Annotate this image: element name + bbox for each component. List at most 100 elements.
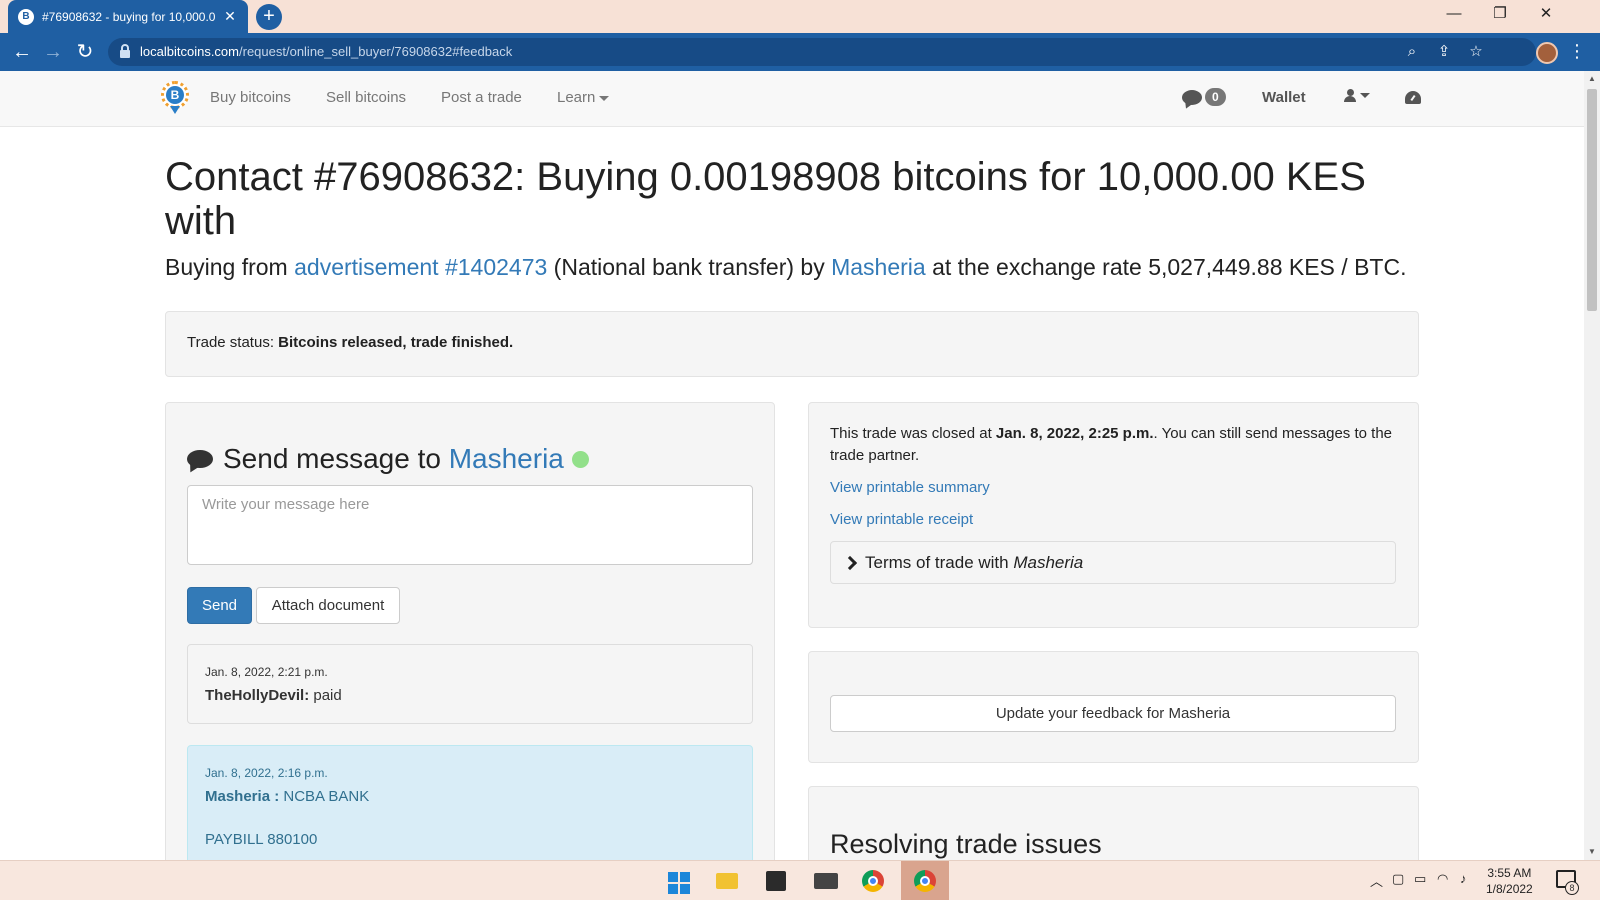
terms-prefix: Terms of trade with (865, 552, 1009, 572)
windows-start-icon[interactable] (668, 872, 690, 894)
message-author: TheHollyDevil: (205, 687, 310, 704)
chat-panel: Send message to Masheria Send Attach doc… (165, 402, 775, 860)
messages-button[interactable]: 0 (1182, 88, 1226, 106)
trade-status-label: Trade status: (187, 334, 279, 351)
terms-of-trade-toggle[interactable]: Terms of trade with Masheria (830, 541, 1396, 584)
nav-sell-bitcoins[interactable]: Sell bitcoins (326, 89, 406, 106)
chevron-right-icon (842, 555, 858, 570)
browser-tabstrip: B #76908632 - buying for 10,000.0 ✕ + — … (0, 0, 1600, 33)
resolving-issues-panel: Resolving trade issues (808, 786, 1419, 860)
page-scrollbar[interactable]: ▲ ▼ (1584, 71, 1600, 860)
trade-status-value: Bitcoins released, trade finished. (278, 334, 514, 351)
subtitle-method: (National bank transfer) by (547, 254, 832, 280)
nav-learn-dropdown[interactable]: Learn (557, 89, 610, 106)
tab-close-icon[interactable]: ✕ (222, 8, 238, 25)
battery-icon[interactable]: ▭ (1414, 871, 1426, 887)
file-explorer-icon[interactable] (716, 873, 738, 889)
trade-closed-panel: This trade was closed at Jan. 8, 2022, 2… (808, 402, 1419, 628)
caret-down-icon (599, 95, 610, 101)
profile-avatar[interactable] (1536, 42, 1558, 64)
page-viewport: B Buy bitcoins Sell bitcoins Post a trad… (0, 71, 1584, 860)
nav-learn-label: Learn (557, 89, 596, 106)
subtitle-rate: at the exchange rate 5,027,449.88 KES / … (925, 254, 1407, 280)
trade-subtitle: Buying from advertisement #1402473 (Nati… (165, 254, 1406, 281)
message-text: paid (309, 687, 342, 704)
chat-message-partner: Jan. 8, 2022, 2:16 p.m. Masheria : NCBA … (187, 745, 753, 860)
volume-icon[interactable]: ♪ (1460, 871, 1467, 886)
browser-tab-active[interactable]: B #76908632 - buying for 10,000.0 ✕ (8, 0, 248, 33)
messages-count-badge: 0 (1205, 88, 1226, 106)
maximize-button[interactable]: ❐ (1477, 0, 1523, 30)
message-time: Jan. 8, 2022, 2:21 p.m. (205, 665, 328, 679)
clock-time: 3:55 AM (1487, 866, 1532, 880)
chrome-profile-icon[interactable] (914, 870, 936, 892)
wifi-icon[interactable]: ◠ (1437, 871, 1448, 887)
back-arrow-icon[interactable]: ← (10, 40, 34, 64)
message-time: Jan. 8, 2022, 2:16 p.m. (205, 766, 328, 780)
tray-chevron-up-icon[interactable]: ︿ (1370, 871, 1383, 890)
localbitcoins-logo-icon[interactable]: B (161, 81, 189, 115)
localbitcoins-favicon-icon: B (18, 8, 34, 25)
online-status-dot (571, 450, 589, 468)
tray-meet-icon[interactable]: ▢ (1392, 871, 1404, 887)
tab-title: #76908632 - buying for 10,000.0 (42, 9, 216, 24)
zoom-icon[interactable]: ⌕ (1402, 42, 1422, 62)
lock-icon (120, 44, 130, 58)
caret-down-icon (1360, 93, 1370, 98)
nav-wallet[interactable]: Wallet (1262, 89, 1306, 106)
clock-date: 1/8/2022 (1486, 882, 1533, 896)
reload-icon[interactable]: ↻ (73, 40, 97, 64)
forward-arrow-icon[interactable]: → (41, 40, 65, 64)
taskbar-clock[interactable]: 3:55 AM 1/8/2022 (1486, 865, 1533, 897)
trader-link[interactable]: Masheria (831, 254, 926, 280)
message-text-extra: PAYBILL 880100 (205, 831, 318, 848)
store-icon[interactable] (766, 871, 786, 891)
message-text: NCBA BANK (279, 788, 370, 805)
advertisement-link[interactable]: advertisement #1402473 (294, 254, 547, 280)
printable-receipt-link[interactable]: View printable receipt (830, 509, 1397, 531)
chat-partner-link[interactable]: Masheria (449, 443, 564, 475)
resolving-issues-title: Resolving trade issues (830, 829, 1102, 859)
terms-partner: Masheria (1013, 552, 1084, 572)
scroll-down-icon[interactable]: ▼ (1584, 844, 1600, 860)
new-tab-button[interactable]: + (256, 4, 282, 30)
browser-menu-icon[interactable]: ⋮ (1568, 41, 1586, 62)
update-feedback-button[interactable]: Update your feedback for Masheria (830, 695, 1396, 732)
minimize-button[interactable]: — (1431, 0, 1477, 30)
attach-document-button[interactable]: Attach document (256, 587, 400, 624)
send-message-label: Send message to (223, 443, 441, 474)
trade-status-panel: Trade status: Bitcoins released, trade f… (165, 311, 1419, 377)
user-menu-dropdown[interactable] (1344, 89, 1370, 102)
feedback-panel: Update your feedback for Masheria (808, 651, 1419, 763)
trade-closed-text: This trade was closed at Jan. 8, 2022, 2… (830, 423, 1397, 467)
chat-message: Jan. 8, 2022, 2:21 p.m. TheHollyDevil: p… (187, 644, 753, 724)
mail-icon[interactable] (814, 873, 838, 889)
closed-time: Jan. 8, 2022, 2:25 p.m. (995, 425, 1154, 442)
message-input[interactable] (187, 485, 753, 565)
address-bar[interactable]: localbitcoins.com/request/online_sell_bu… (108, 38, 1536, 66)
nav-post-a-trade[interactable]: Post a trade (441, 89, 522, 106)
bookmark-star-icon[interactable]: ☆ (1466, 42, 1486, 62)
share-icon[interactable]: ⇪ (1434, 42, 1454, 62)
url-text: localbitcoins.com/request/online_sell_bu… (140, 44, 512, 59)
message-author: Masheria : (205, 788, 280, 805)
chat-bubble-icon (1182, 89, 1202, 105)
site-navbar: B Buy bitcoins Sell bitcoins Post a trad… (0, 71, 1584, 127)
scroll-up-icon[interactable]: ▲ (1584, 71, 1600, 87)
printable-summary-link[interactable]: View printable summary (830, 477, 1397, 499)
browser-toolbar: ← → ↻ localbitcoins.com/request/online_s… (0, 33, 1600, 71)
url-path: /request/online_sell_buyer/76908632#feed… (239, 44, 513, 59)
close-window-button[interactable]: ✕ (1523, 0, 1569, 30)
page-title: Contact #76908632: Buying 0.00198908 bit… (165, 155, 1366, 243)
subtitle-prefix: Buying from (165, 254, 295, 280)
url-host: localbitcoins.com (140, 44, 239, 59)
nav-buy-bitcoins[interactable]: Buy bitcoins (210, 89, 291, 106)
send-message-heading: Send message to Masheria (187, 443, 589, 475)
chrome-icon[interactable] (862, 870, 884, 892)
closed-prefix: This trade was closed at (830, 425, 996, 442)
dashboard-gauge-icon[interactable] (1405, 91, 1421, 104)
send-button[interactable]: Send (187, 587, 252, 624)
notification-count-badge: 8 (1565, 881, 1579, 895)
user-icon (1344, 89, 1356, 102)
scrollbar-thumb[interactable] (1587, 89, 1597, 311)
